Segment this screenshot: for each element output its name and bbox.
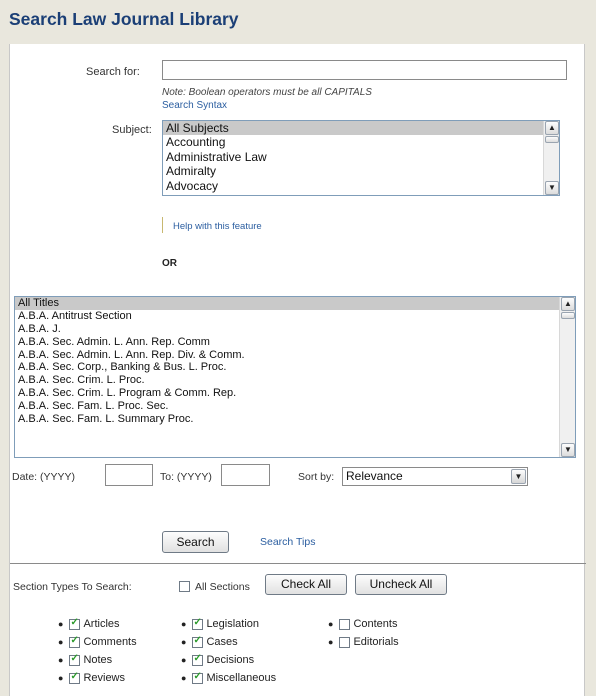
subject-option[interactable]: All Subjects xyxy=(163,121,559,136)
scroll-thumb[interactable] xyxy=(545,136,559,143)
decisions-checkbox[interactable] xyxy=(192,653,204,666)
reviews-checkbox[interactable] xyxy=(69,671,81,684)
section-item-contents[interactable]: ● Contents xyxy=(328,618,397,630)
search-form-panel: Search for: Note: Boolean operators must… xyxy=(9,44,586,696)
section-item-notes[interactable]: ● Notes xyxy=(58,653,113,667)
articles-checkbox[interactable] xyxy=(69,617,81,630)
bullet: ● xyxy=(58,637,64,648)
miscellaneous-checkbox[interactable] xyxy=(192,671,204,684)
all-sections-checkbox[interactable] xyxy=(179,580,190,592)
subject-scrollbar[interactable]: ▲ ▼ xyxy=(543,121,559,195)
title-option[interactable]: A.B.A. Sec. Fam. L. Summary Proc. xyxy=(15,413,575,426)
section-item-label: Cases xyxy=(206,636,238,649)
search-input[interactable] xyxy=(162,60,567,80)
section-item-label: Editorials xyxy=(353,636,399,649)
uncheck-all-button[interactable]: Uncheck All xyxy=(355,574,447,595)
section-item-reviews[interactable]: ● Reviews xyxy=(58,671,126,685)
section-item-label: Reviews xyxy=(83,672,126,685)
bullet: ● xyxy=(58,655,64,666)
title-option[interactable]: All Titles xyxy=(15,297,575,310)
search-for-label: Search for: xyxy=(86,66,140,78)
all-sections-label: All Sections xyxy=(195,581,250,593)
bullet: ● xyxy=(181,619,187,630)
title-option[interactable]: A.B.A. Sec. Admin. L. Ann. Rep. Div. & C… xyxy=(15,349,575,362)
section-item-editorials[interactable]: ● Editorials xyxy=(328,636,399,648)
cases-checkbox[interactable] xyxy=(192,635,204,648)
bullet: ● xyxy=(181,673,187,684)
sort-by-select[interactable]: Relevance ▼ xyxy=(342,467,528,486)
bullet: ● xyxy=(58,673,64,684)
titles-scrollbar[interactable]: ▲ ▼ xyxy=(559,297,575,457)
section-item-cases[interactable]: ● Cases xyxy=(181,635,238,649)
search-syntax-link[interactable]: Search Syntax xyxy=(162,100,227,111)
subject-option[interactable]: Admiralty xyxy=(163,164,559,178)
section-types-label: Section Types To Search: xyxy=(13,581,132,593)
scroll-down-arrow-icon[interactable]: ▼ xyxy=(561,443,575,457)
boolean-note: Note: Boolean operators must be all CAPI… xyxy=(162,87,372,98)
subject-listbox[interactable]: All Subjects Accounting Administrative L… xyxy=(162,120,560,196)
date-from-input[interactable] xyxy=(105,464,153,486)
date-to-label: To: (YYYY) xyxy=(160,471,212,483)
scroll-thumb[interactable] xyxy=(561,312,575,319)
bullet: ● xyxy=(181,637,187,648)
sort-by-label: Sort by: xyxy=(298,471,335,483)
title-option[interactable]: A.B.A. Sec. Corp., Banking & Bus. L. Pro… xyxy=(15,361,575,374)
section-item-label: Decisions xyxy=(206,654,255,667)
search-button[interactable]: Search xyxy=(162,531,229,553)
section-item-label: Legislation xyxy=(206,618,260,631)
or-divider-label: OR xyxy=(162,258,177,269)
subject-option[interactable]: Advocacy xyxy=(163,179,559,193)
section-item-miscellaneous[interactable]: ● Miscellaneous xyxy=(181,671,277,685)
section-item-label: Comments xyxy=(83,636,137,649)
subject-label: Subject: xyxy=(112,124,152,136)
bullet: ● xyxy=(328,619,334,630)
titles-listbox[interactable]: All Titles A.B.A. Antitrust Section A.B.… xyxy=(14,296,576,458)
section-item-label: Miscellaneous xyxy=(206,672,277,685)
notes-checkbox[interactable] xyxy=(69,653,81,666)
bullet: ● xyxy=(328,637,334,648)
title-option[interactable]: A.B.A. Sec. Crim. L. Program & Comm. Rep… xyxy=(15,387,575,400)
date-to-input[interactable] xyxy=(221,464,270,486)
subject-option[interactable]: Administrative Law xyxy=(163,150,559,164)
help-with-feature-link[interactable]: Help with this feature xyxy=(173,221,262,232)
section-item-label: Notes xyxy=(83,654,113,667)
section-divider xyxy=(10,563,586,564)
scroll-up-arrow-icon[interactable]: ▲ xyxy=(545,121,559,135)
section-item-legislation[interactable]: ● Legislation xyxy=(181,617,260,631)
comments-checkbox[interactable] xyxy=(69,635,81,648)
chevron-down-icon[interactable]: ▼ xyxy=(511,469,526,484)
legislation-checkbox[interactable] xyxy=(192,617,204,630)
title-option[interactable]: A.B.A. J. xyxy=(15,323,575,336)
section-item-articles[interactable]: ● Articles xyxy=(58,617,120,631)
section-item-decisions[interactable]: ● Decisions xyxy=(181,653,255,667)
bullet: ● xyxy=(58,619,64,630)
sort-by-value: Relevance xyxy=(346,469,403,483)
editorials-checkbox[interactable] xyxy=(339,636,351,648)
title-option[interactable]: A.B.A. Sec. Admin. L. Ann. Rep. Comm xyxy=(15,336,575,349)
subject-option[interactable]: Accounting xyxy=(163,135,559,149)
help-marker xyxy=(162,217,163,233)
page-title: Search Law Journal Library xyxy=(9,9,239,29)
date-from-label: Date: (YYYY) xyxy=(12,471,76,483)
search-tips-link[interactable]: Search Tips xyxy=(260,536,315,548)
title-option[interactable] xyxy=(15,426,575,439)
check-all-button[interactable]: Check All xyxy=(265,574,347,595)
section-item-comments[interactable]: ● Comments xyxy=(58,635,137,649)
title-option[interactable]: A.B.A. Sec. Crim. L. Proc. xyxy=(15,374,575,387)
bullet: ● xyxy=(181,655,187,666)
scroll-up-arrow-icon[interactable]: ▲ xyxy=(561,297,575,311)
contents-checkbox[interactable] xyxy=(339,618,351,630)
scroll-down-arrow-icon[interactable]: ▼ xyxy=(545,181,559,195)
section-item-label: Articles xyxy=(83,618,120,631)
title-option[interactable]: A.B.A. Sec. Fam. L. Proc. Sec. xyxy=(15,400,575,413)
section-item-label: Contents xyxy=(353,618,398,631)
title-option[interactable]: A.B.A. Antitrust Section xyxy=(15,310,575,323)
